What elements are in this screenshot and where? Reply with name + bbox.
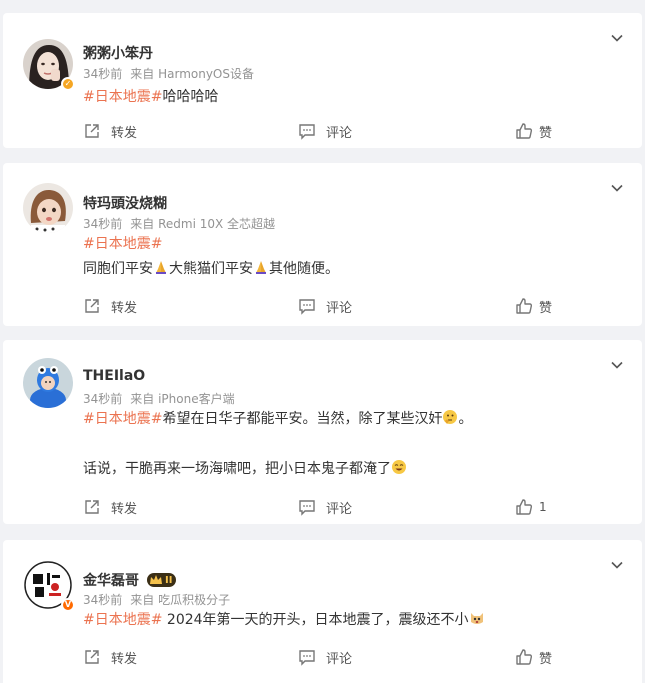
post-source: 来自 Redmi 10X 全芯超越 — [130, 217, 276, 231]
share-button[interactable]: 转发 — [83, 495, 137, 519]
like-label: 赞 — [539, 651, 553, 667]
like-count: 1 — [539, 500, 547, 514]
verified-badge-icon: V — [61, 598, 75, 612]
post-meta: 34秒前 来自 iPhone客户端 — [83, 390, 235, 407]
comment-label: 评论 — [326, 501, 353, 517]
crown-icon — [150, 575, 162, 584]
comment-icon — [299, 299, 315, 315]
comment-button[interactable]: 评论 — [298, 645, 352, 669]
share-button[interactable]: 转发 — [83, 119, 137, 143]
avatar[interactable]: ✓ — [23, 39, 75, 91]
share-label: 转发 — [111, 125, 138, 141]
thinking-face-emoji-icon — [443, 410, 458, 424]
avatar-image — [23, 358, 73, 408]
username[interactable]: 粥粥小笨丹 — [83, 43, 153, 63]
post-actions: 转发 评论 赞 — [83, 119, 553, 143]
post-text: 哈哈哈哈 — [162, 89, 219, 105]
post-text: 其他随便。 — [269, 261, 339, 277]
like-button[interactable]: 赞 — [515, 645, 552, 669]
member-level-badge[interactable]: II — [147, 573, 177, 587]
comment-icon — [299, 650, 315, 666]
comment-button[interactable]: 评论 — [298, 495, 352, 519]
thumbs-up-icon — [516, 499, 533, 515]
chevron-down-icon[interactable] — [610, 358, 624, 372]
hashtag-link[interactable]: #日本地震# — [83, 411, 162, 427]
comment-label: 评论 — [326, 651, 353, 667]
username-row: 金华磊哥 II — [83, 570, 177, 590]
post-time[interactable]: 34秒前 — [83, 67, 122, 81]
post-text: 大熊猫们平安 — [169, 261, 253, 277]
avatar[interactable] — [23, 183, 73, 233]
post-time[interactable]: 34秒前 — [83, 217, 122, 231]
post-content: #日本地震#希望在日华子都能平安。当然，除了某些汉奸。 话说，干脆再来一场海啸吧… — [83, 408, 472, 480]
username[interactable]: 特玛頭没烧糊 — [83, 193, 167, 213]
laughing-face-emoji-icon — [392, 460, 406, 474]
weibo-comment-feed: ✓ 粥粥小笨丹 34秒前 来自 HarmonyOS设备 #日本地震#哈哈哈哈 转发… — [0, 0, 645, 683]
post-content: #日本地震# 2024年第一天的开头，日本地震了，震级还不小 — [83, 609, 485, 631]
like-button[interactable]: 赞 — [515, 294, 552, 318]
like-button[interactable]: 赞 — [515, 119, 552, 143]
share-button[interactable]: 转发 — [83, 645, 137, 669]
verified-badge-icon: ✓ — [61, 77, 75, 91]
post-content: #日本地震# 同胞们平安 大熊猫们平安 其他随便。 — [83, 233, 339, 280]
praying-hands-emoji-icon — [156, 261, 166, 274]
like-button[interactable]: 1 — [515, 495, 547, 519]
avatar[interactable] — [23, 358, 73, 408]
member-level: II — [165, 574, 173, 586]
post-actions: 转发 评论 赞 — [83, 645, 553, 669]
post-source: 来自 吃瓜积极分子 — [130, 593, 231, 607]
post-text: 2024年第一天的开头，日本地震了，震级还不小 — [162, 612, 469, 628]
hashtag-link[interactable]: #日本地震# — [83, 236, 162, 252]
post-card: V 金华磊哥 II 34秒前 来自 吃瓜积极分子 #日本地震# 2024年第一天的… — [3, 540, 642, 683]
share-icon — [85, 124, 99, 138]
post-source: 来自 HarmonyOS设备 — [130, 67, 254, 81]
post-text: 。 — [458, 411, 473, 427]
thumbs-up-icon — [516, 123, 533, 139]
praying-hands-emoji-icon — [256, 261, 266, 274]
post-card: THEIlaO 34秒前 来自 iPhone客户端 #日本地震#希望在日华子都能平… — [3, 340, 642, 524]
thumbs-up-icon — [516, 298, 533, 314]
chevron-down-icon[interactable] — [610, 558, 624, 572]
post-meta: 34秒前 来自 Redmi 10X 全芯超越 — [83, 215, 275, 232]
post-card: 特玛頭没烧糊 34秒前 来自 Redmi 10X 全芯超越 #日本地震# 同胞们平… — [3, 163, 642, 326]
avatar-image — [23, 183, 73, 233]
comment-button[interactable]: 评论 — [298, 294, 352, 318]
comment-button[interactable]: 评论 — [298, 119, 352, 143]
surprised-cat-emoji-icon — [470, 613, 483, 624]
like-label: 赞 — [539, 300, 553, 316]
post-meta: 34秒前 来自 吃瓜积极分子 — [83, 591, 230, 608]
post-time[interactable]: 34秒前 — [83, 392, 122, 406]
chevron-down-icon[interactable] — [610, 31, 624, 45]
share-label: 转发 — [111, 651, 138, 667]
share-button[interactable]: 转发 — [83, 294, 137, 318]
username[interactable]: 金华磊哥 — [83, 570, 139, 590]
comment-icon — [299, 124, 315, 140]
post-actions: 转发 评论 赞 — [83, 294, 553, 318]
comment-label: 评论 — [326, 125, 353, 141]
post-actions: 转发 评论 1 — [83, 495, 553, 519]
comment-icon — [299, 500, 315, 516]
comment-label: 评论 — [326, 300, 353, 316]
post-text: 希望在日华子都能平安。当然，除了某些汉奸 — [162, 411, 443, 427]
post-text: 话说，干脆再来一场海啸吧，把小日本鬼子都淹了 — [83, 461, 391, 477]
post-time[interactable]: 34秒前 — [83, 593, 122, 607]
share-icon — [85, 299, 99, 313]
post-meta: 34秒前 来自 HarmonyOS设备 — [83, 65, 254, 82]
chevron-down-icon[interactable] — [610, 181, 624, 195]
share-label: 转发 — [111, 300, 138, 316]
thumbs-up-icon — [516, 649, 533, 665]
hashtag-link[interactable]: #日本地震# — [83, 89, 162, 105]
post-card: ✓ 粥粥小笨丹 34秒前 来自 HarmonyOS设备 #日本地震#哈哈哈哈 转发… — [3, 13, 642, 148]
username[interactable]: THEIlaO — [83, 368, 145, 384]
post-source: 来自 iPhone客户端 — [130, 392, 235, 406]
post-content: #日本地震#哈哈哈哈 — [83, 86, 218, 108]
share-icon — [85, 650, 99, 664]
like-label: 赞 — [539, 125, 553, 141]
share-label: 转发 — [111, 501, 138, 517]
avatar[interactable]: V — [23, 560, 75, 612]
post-text: 同胞们平安 — [83, 261, 153, 277]
hashtag-link[interactable]: #日本地震# — [83, 612, 162, 628]
share-icon — [85, 500, 99, 514]
